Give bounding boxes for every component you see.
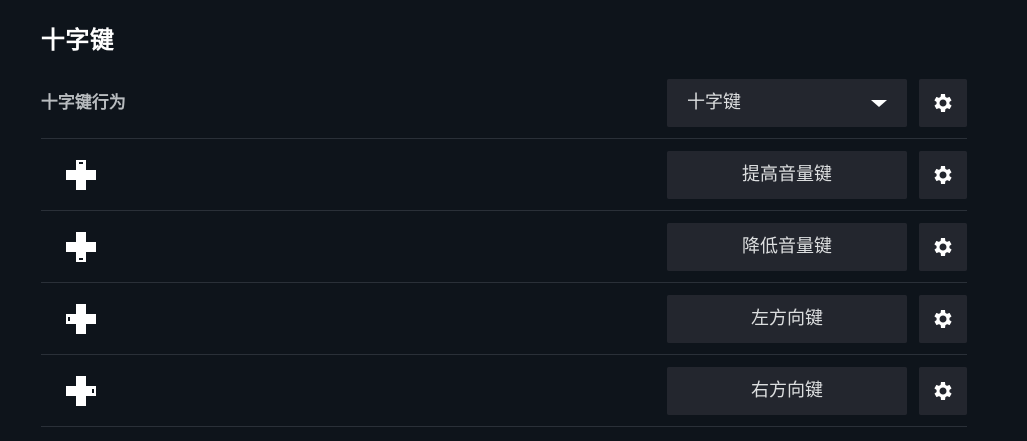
dpad-behavior-row: 十字键行为 十字键 — [41, 67, 967, 139]
dpad-left-binding-button[interactable]: 左方向键 — [667, 295, 907, 343]
dpad-up-row: 提高音量键 — [41, 139, 967, 211]
binding-label: 提高音量键 — [742, 164, 832, 185]
dpad-right-binding-button[interactable]: 右方向键 — [667, 367, 907, 415]
dpad-up-settings-button[interactable] — [919, 151, 967, 199]
gear-icon — [934, 238, 952, 256]
dpad-left-icon — [66, 304, 96, 334]
dpad-down-icon — [66, 232, 96, 262]
gear-icon — [934, 310, 952, 328]
dpad-right-icon — [66, 376, 96, 406]
dpad-right-row: 右方向键 — [41, 355, 967, 427]
dpad-down-row: 降低音量键 — [41, 211, 967, 283]
dpad-settings-panel: 十字键 十字键行为 十字键 提高音量键 降低音量键 左方向键 右方向键 — [0, 0, 1027, 441]
dpad-left-settings-button[interactable] — [919, 295, 967, 343]
gear-icon — [934, 94, 952, 112]
caret-down-icon — [871, 100, 887, 107]
dpad-behavior-settings-button[interactable] — [919, 79, 967, 127]
binding-label: 降低音量键 — [742, 236, 832, 257]
binding-label: 右方向键 — [751, 380, 823, 401]
gear-icon — [934, 166, 952, 184]
gear-icon — [934, 382, 952, 400]
dpad-down-settings-button[interactable] — [919, 223, 967, 271]
dpad-up-icon — [66, 160, 96, 190]
dpad-behavior-label: 十字键行为 — [41, 93, 126, 113]
dpad-down-binding-button[interactable]: 降低音量键 — [667, 223, 907, 271]
dpad-right-settings-button[interactable] — [919, 367, 967, 415]
section-title: 十字键 — [41, 26, 115, 54]
dpad-left-row: 左方向键 — [41, 283, 967, 355]
dropdown-value: 十字键 — [687, 92, 741, 113]
binding-label: 左方向键 — [751, 308, 823, 329]
dpad-behavior-dropdown[interactable]: 十字键 — [667, 79, 907, 127]
dpad-up-binding-button[interactable]: 提高音量键 — [667, 151, 907, 199]
